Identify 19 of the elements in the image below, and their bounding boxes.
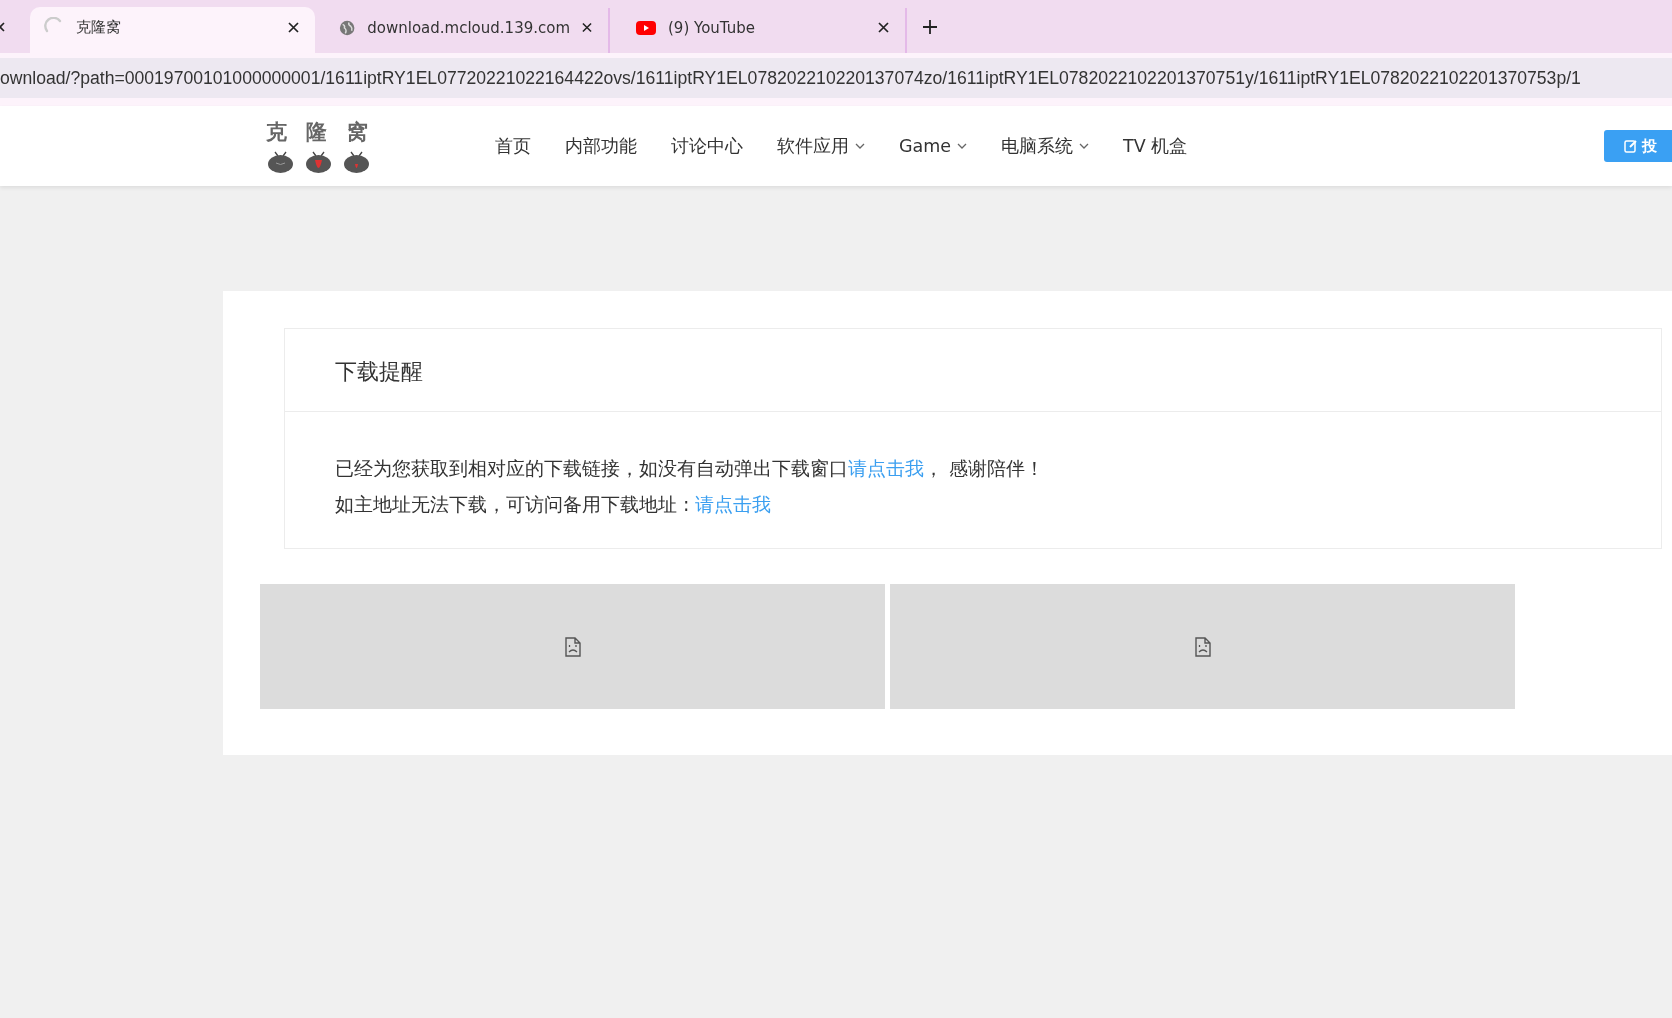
nav-link[interactable]: 电脑系统 bbox=[1001, 134, 1090, 158]
nav-link[interactable]: 内部功能 bbox=[565, 134, 637, 158]
browser-tab[interactable]: 克隆窝 bbox=[30, 7, 315, 53]
broken-image-icon bbox=[564, 636, 581, 657]
nav-link[interactable]: Game bbox=[899, 134, 968, 158]
nav-link[interactable]: 首页 bbox=[495, 134, 531, 158]
nav-link[interactable]: 讨论中心 bbox=[671, 134, 743, 158]
edit-icon bbox=[1624, 139, 1638, 153]
globe-icon bbox=[339, 18, 356, 37]
notice-text: 已经为您获取到相对应的下载链接，如没有自动弹出下载窗口请点击我， 感谢陪伴！ bbox=[335, 456, 1046, 481]
new-tab-icon[interactable] bbox=[923, 19, 937, 34]
nav-link[interactable]: TV 机盒 bbox=[1123, 134, 1188, 158]
site-logo-text[interactable]: 克 隆 窝 bbox=[266, 118, 374, 146]
notice-title: 下载提醒 bbox=[285, 329, 1661, 412]
address-bar[interactable]: ownload/?path=00019700101000000001/1611iptRY1EL07720221022164422ovs/1611iptRY1EL078202210220137074zo/1611iptRY1EL0782022102201370751y/1611iptRY1EL0782022102201370753p/1 bbox=[0, 58, 1672, 98]
video-play-icon bbox=[636, 20, 656, 35]
notice-text: 如主地址无法下载，可访问备用下载地址 : 请点击我 bbox=[335, 492, 773, 517]
nav-link[interactable]: 软件应用 bbox=[777, 134, 865, 158]
broken-image-icon bbox=[1194, 636, 1211, 657]
